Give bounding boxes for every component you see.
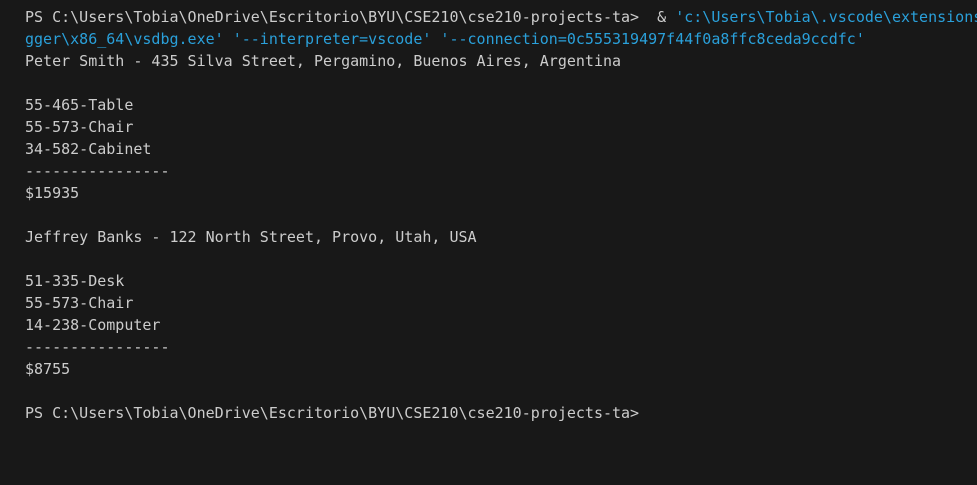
output-line: Peter Smith - 435 Silva Street, Pergamin… [25, 52, 622, 70]
output-line: 55-573-Chair [25, 118, 134, 136]
output-line: Jeffrey Banks - 122 North Street, Provo,… [25, 228, 477, 246]
output-line: ---------------- [25, 162, 170, 180]
output-line: 14-238-Computer [25, 316, 161, 334]
output-line: 55-573-Chair [25, 294, 134, 312]
command-operator: & [639, 8, 676, 26]
output-line: 34-582-Cabinet [25, 140, 152, 158]
terminal-panel[interactable]: PS C:\Users\Tobia\OneDrive\Escritorio\BY… [0, 0, 977, 424]
output-line: $15935 [25, 184, 80, 202]
final-prompt: PS C:\Users\Tobia\OneDrive\Escritorio\BY… [25, 404, 640, 422]
command-line: PS C:\Users\Tobia\OneDrive\Escritorio\BY… [25, 6, 977, 28]
prompt: PS C:\Users\Tobia\OneDrive\Escritorio\BY… [25, 8, 640, 26]
output-line: $8755 [25, 360, 71, 378]
output-line: 51-335-Desk [25, 272, 125, 290]
command-string: 'c:\Users\Tobia\.vscode\extensions [675, 8, 977, 26]
output-line: 55-465-Table [25, 96, 134, 114]
command-line-continuation: gger\x86_64\vsdbg.exe' '--interpreter=vs… [25, 30, 865, 48]
output-line: ---------------- [25, 338, 170, 356]
